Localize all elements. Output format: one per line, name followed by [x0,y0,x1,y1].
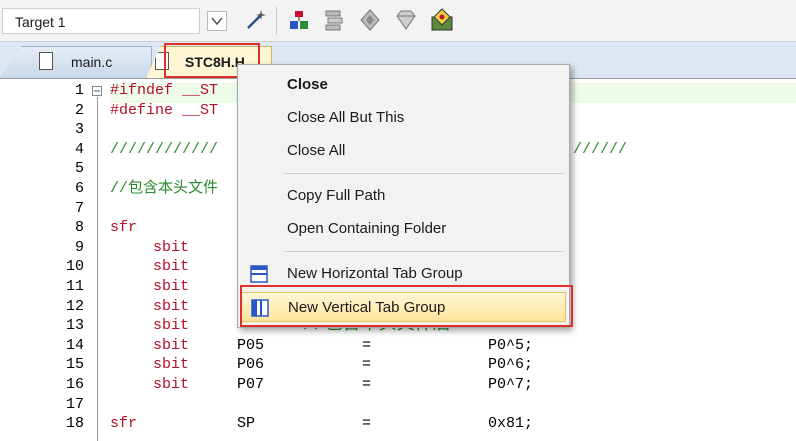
code-keyword: sbit [153,297,190,315]
code-identifier: P07 [237,376,265,393]
menu-separator [284,173,564,174]
options-icon[interactable] [287,8,311,32]
toolbar-separator [276,7,277,35]
code-value: P0^6; [488,356,534,374]
line-number: 4 [74,140,84,158]
code-keyword: sfr [110,219,138,237]
menu-item-label: Close All [287,142,346,159]
code-keyword: sfr [110,415,138,433]
pack-icon[interactable] [430,8,454,32]
code-keyword: sbit [153,258,190,276]
layers-icon[interactable] [322,8,346,32]
menu-item-close-all[interactable]: Close All [241,136,566,166]
code-value: 0x81; [488,415,534,433]
line-number: 7 [74,199,84,217]
menu-item-label: Open Containing Folder [287,220,447,237]
magic-wand-icon[interactable] [244,8,268,32]
line-number: 15 [65,356,84,374]
code-keyword: sbit [153,336,190,354]
code-line: 14 sbit P05 = P0^5; [0,336,796,356]
code-text: #define __ST [110,101,219,119]
line-number: 13 [65,317,84,335]
line-number: 14 [65,336,84,354]
code-operator: = [362,376,372,393]
line-number: 5 [74,160,84,178]
menu-item-label: Close All But This [287,109,405,126]
line-number: 18 [65,415,84,433]
code-text: //////////// [110,140,219,158]
line-number: 9 [74,238,84,256]
code-identifier: P06 [237,356,265,374]
line-number: 1 [74,82,84,99]
code-line: 18 sfr SP = 0x81; [0,414,796,434]
line-number: 8 [74,219,84,237]
line-number: 16 [65,376,84,393]
line-number: 17 [65,395,84,413]
menu-item-label: New Horizontal Tab Group [287,265,463,282]
code-keyword: sbit [153,238,190,256]
menu-item-label: Close [287,76,328,93]
diamond-icon[interactable] [358,8,382,32]
line-number: 6 [74,180,84,197]
horizontal-tab-group-icon [250,265,268,283]
menu-highlight-box [240,285,573,327]
menu-item-open-containing-folder[interactable]: Open Containing Folder [241,214,566,244]
line-number: 11 [65,278,84,295]
target-dropdown-icon[interactable] [207,11,227,31]
code-operator: = [362,356,372,374]
code-keyword: sbit [153,317,190,335]
line-number: 10 [65,258,84,276]
target-select-value: Target 1 [15,14,66,30]
code-identifier: SP [237,415,256,433]
line-number: 12 [65,297,84,315]
toolbar: Target 1 [0,0,796,42]
menu-separator [284,251,564,252]
menu-item-close[interactable]: Close [241,70,566,100]
menu-item-copy-full-path[interactable]: Copy Full Path [241,181,566,211]
code-operator: = [362,336,372,354]
menu-item-close-all-but-this[interactable]: Close All But This [241,103,566,133]
code-text: //包含本头文件 [110,180,219,197]
code-value: P0^5; [488,336,534,354]
tab-label: main.c [71,54,113,70]
gem-icon[interactable] [394,8,418,32]
code-operator: = [362,415,372,433]
code-value: P0^7; [488,376,534,393]
code-text: #ifndef __ST [110,82,219,99]
code-identifier: P05 [237,336,265,354]
file-icon [39,52,53,70]
target-select[interactable]: Target 1 [2,8,200,34]
code-keyword: sbit [153,356,190,374]
code-line: 16 sbit P07 = P0^7; [0,375,796,395]
code-line: 17 [0,395,796,415]
menu-item-label: Copy Full Path [287,187,386,204]
code-keyword: sbit [153,278,190,295]
line-number: 3 [74,121,84,139]
tab-main-c[interactable]: main.c [0,46,152,78]
code-keyword: sbit [153,376,190,393]
code-comment-tail: ////// [573,140,628,158]
line-number: 2 [74,101,84,119]
code-line: 15 sbit P06 = P0^6; [0,355,796,375]
